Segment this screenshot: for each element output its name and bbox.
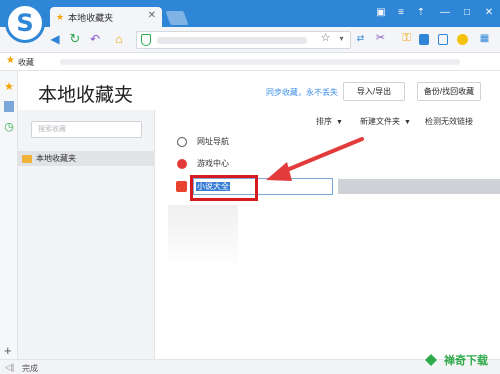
- browser-logo-icon[interactable]: S: [5, 3, 45, 43]
- annotation-arrow: [266, 137, 364, 181]
- status-icon: ◁|: [5, 362, 15, 372]
- watermark-logo: 禅奇下载: [425, 353, 488, 367]
- logo-letter: S: [16, 9, 34, 37]
- watermark-text: 禅奇下载: [443, 353, 488, 367]
- blurred-area: [168, 205, 238, 270]
- arrow-shaft: [280, 137, 364, 174]
- arrow-head: [266, 162, 292, 181]
- status-text: 完成: [22, 364, 38, 373]
- watermark-leaf-icon: [425, 354, 437, 366]
